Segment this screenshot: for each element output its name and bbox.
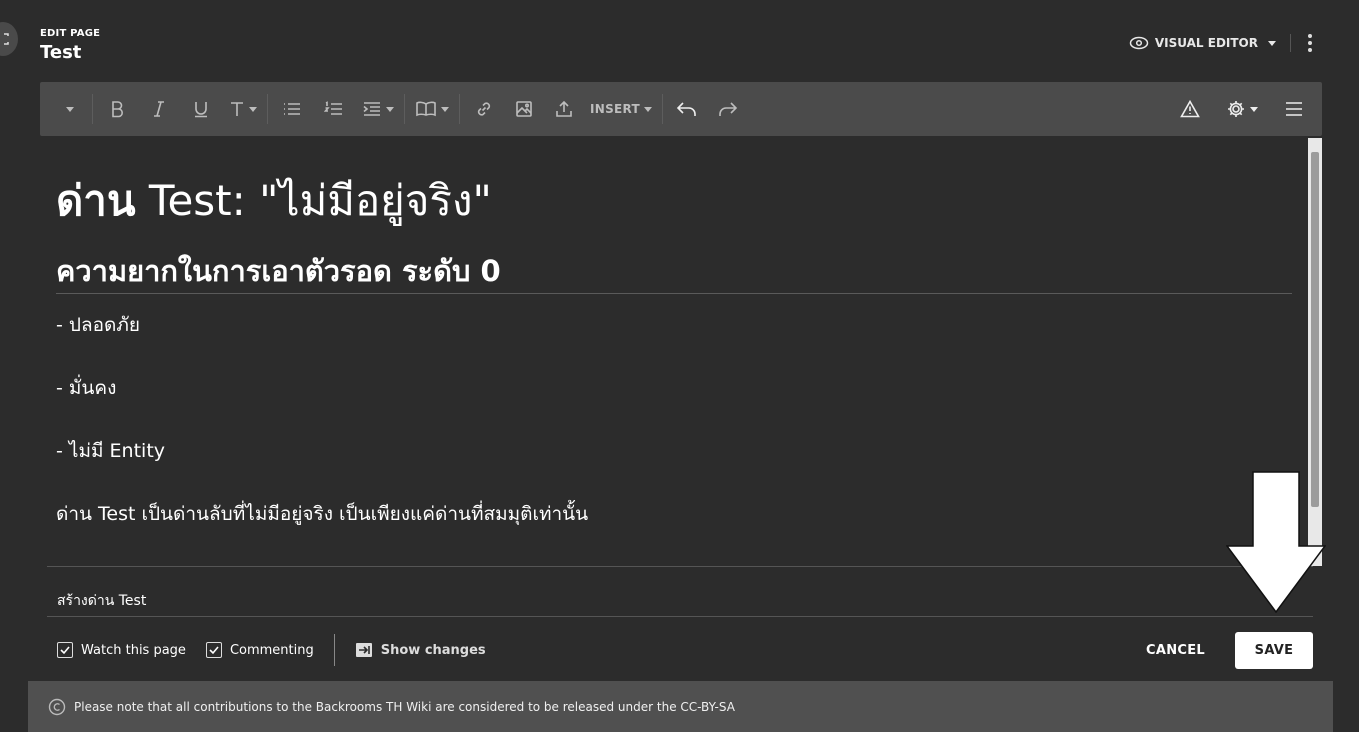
- paragraph-bullet-2: - มั่นคง: [56, 377, 117, 399]
- redo-button[interactable]: [713, 94, 741, 124]
- save-button[interactable]: SAVE: [1235, 631, 1313, 669]
- divider: [92, 94, 93, 124]
- expand-icon: [4, 33, 9, 45]
- watch-page-checkbox[interactable]: Watch this page: [57, 642, 186, 658]
- cancel-button[interactable]: CANCEL: [1146, 643, 1205, 658]
- editor-toolbar: INSERT: [40, 82, 1322, 136]
- edit-page-label: EDIT PAGE: [40, 28, 101, 39]
- visual-editor-label: VISUAL EDITOR: [1154, 36, 1258, 50]
- commenting-checkbox[interactable]: Commenting: [205, 642, 314, 658]
- link-icon: [477, 102, 491, 116]
- gear-icon: [1228, 101, 1244, 117]
- divider: [404, 94, 405, 124]
- warning-icon: [1180, 100, 1200, 118]
- divider: [47, 566, 1313, 567]
- collapse-handle[interactable]: [0, 22, 18, 56]
- heading-bold-part: ด่าน: [56, 176, 136, 225]
- edit-summary-input[interactable]: สร้างด่าน Test: [57, 590, 146, 612]
- editor-content-area[interactable]: ด่าน Test: "ไม่มีอยู่จริง" ความยากในการเ…: [40, 136, 1322, 566]
- chevron-down-icon: [386, 106, 394, 112]
- diff-icon: [355, 643, 372, 657]
- warning-button[interactable]: [1176, 94, 1204, 124]
- bullet-list-button[interactable]: [278, 94, 306, 124]
- page-title: Test: [40, 42, 82, 63]
- commenting-label: Commenting: [229, 642, 314, 658]
- chevron-down-icon: [1268, 40, 1276, 46]
- chevron-down-icon: [644, 106, 653, 112]
- paragraph-bullet-3: - ไม่มี Entity: [56, 440, 166, 462]
- redo-icon: [719, 102, 738, 116]
- divider: [1290, 34, 1291, 52]
- scrollbar-thumb[interactable]: [1311, 152, 1319, 507]
- numbered-list-icon: [324, 101, 342, 115]
- chevron-down-icon: [1250, 106, 1258, 112]
- divider: [267, 94, 268, 124]
- paragraph-format-dropdown[interactable]: [54, 94, 82, 124]
- top-right-controls: VISUAL EDITOR: [1129, 34, 1315, 52]
- italic-icon: [154, 101, 164, 117]
- italic-button[interactable]: [145, 94, 173, 124]
- license-notice: Please note that all contributions to th…: [28, 681, 1333, 732]
- insert-dropdown[interactable]: INSERT: [590, 94, 653, 124]
- upload-icon: [556, 100, 572, 117]
- underline-icon: [195, 102, 207, 118]
- visual-editor-button[interactable]: VISUAL EDITOR: [1129, 36, 1276, 50]
- text-style-icon: [231, 102, 243, 116]
- book-icon: [416, 101, 436, 117]
- checkbox-checked-icon: [205, 642, 222, 658]
- page-heading: ด่าน Test: "ไม่มีอยู่จริง": [56, 168, 492, 234]
- hamburger-icon: [1286, 102, 1302, 116]
- undo-icon: [676, 102, 696, 116]
- citation-dropdown[interactable]: [415, 94, 449, 124]
- chevron-down-icon: [66, 106, 74, 112]
- insert-label: INSERT: [590, 102, 641, 116]
- bullet-list-icon: [284, 103, 300, 115]
- arrow-down-icon: [1226, 471, 1326, 613]
- divider: [662, 94, 664, 124]
- chevron-down-icon: [249, 106, 257, 112]
- settings-dropdown[interactable]: [1226, 94, 1258, 124]
- chevron-down-icon: [441, 106, 449, 112]
- eye-icon: [1129, 36, 1149, 50]
- bold-button[interactable]: [103, 94, 131, 124]
- divider: [333, 634, 335, 666]
- section-heading: ความยากในการเอาตัวรอด ระดับ 0: [56, 254, 501, 288]
- watch-page-label: Watch this page: [81, 642, 186, 658]
- link-button[interactable]: [470, 94, 498, 124]
- divider: [47, 616, 1313, 617]
- paragraph-bullet-1: - ปลอดภัย: [56, 314, 141, 336]
- divider: [459, 94, 460, 124]
- heading-rest: Test: "ไม่มีอยู่จริง": [135, 176, 492, 225]
- text-style-dropdown[interactable]: [229, 94, 257, 124]
- image-button[interactable]: [510, 94, 538, 124]
- numbered-list-button[interactable]: [320, 94, 348, 124]
- bold-icon: [112, 101, 123, 118]
- menu-button[interactable]: [1280, 94, 1308, 124]
- checkbox-checked-icon: [57, 642, 73, 658]
- heading-rule: [56, 293, 1292, 294]
- page-header: EDIT PAGE Test: [40, 28, 100, 63]
- show-changes-button[interactable]: Show changes: [355, 642, 486, 658]
- more-options-button[interactable]: [1305, 34, 1315, 52]
- license-text: Please note that all contributions to th…: [74, 699, 735, 714]
- copyright-icon: [48, 698, 66, 715]
- paragraph-description: ด่าน Test เป็นด่านลับที่ไม่มีอยู่จริง เป…: [56, 503, 589, 525]
- show-changes-label: Show changes: [380, 642, 486, 658]
- underline-button[interactable]: [187, 94, 215, 124]
- save-options-bar: Watch this page Commenting Show changes …: [57, 631, 1313, 669]
- upload-button[interactable]: [550, 94, 578, 124]
- indent-icon: [363, 102, 380, 116]
- undo-button[interactable]: [673, 94, 701, 124]
- indent-dropdown[interactable]: [362, 94, 394, 124]
- image-icon: [516, 101, 532, 117]
